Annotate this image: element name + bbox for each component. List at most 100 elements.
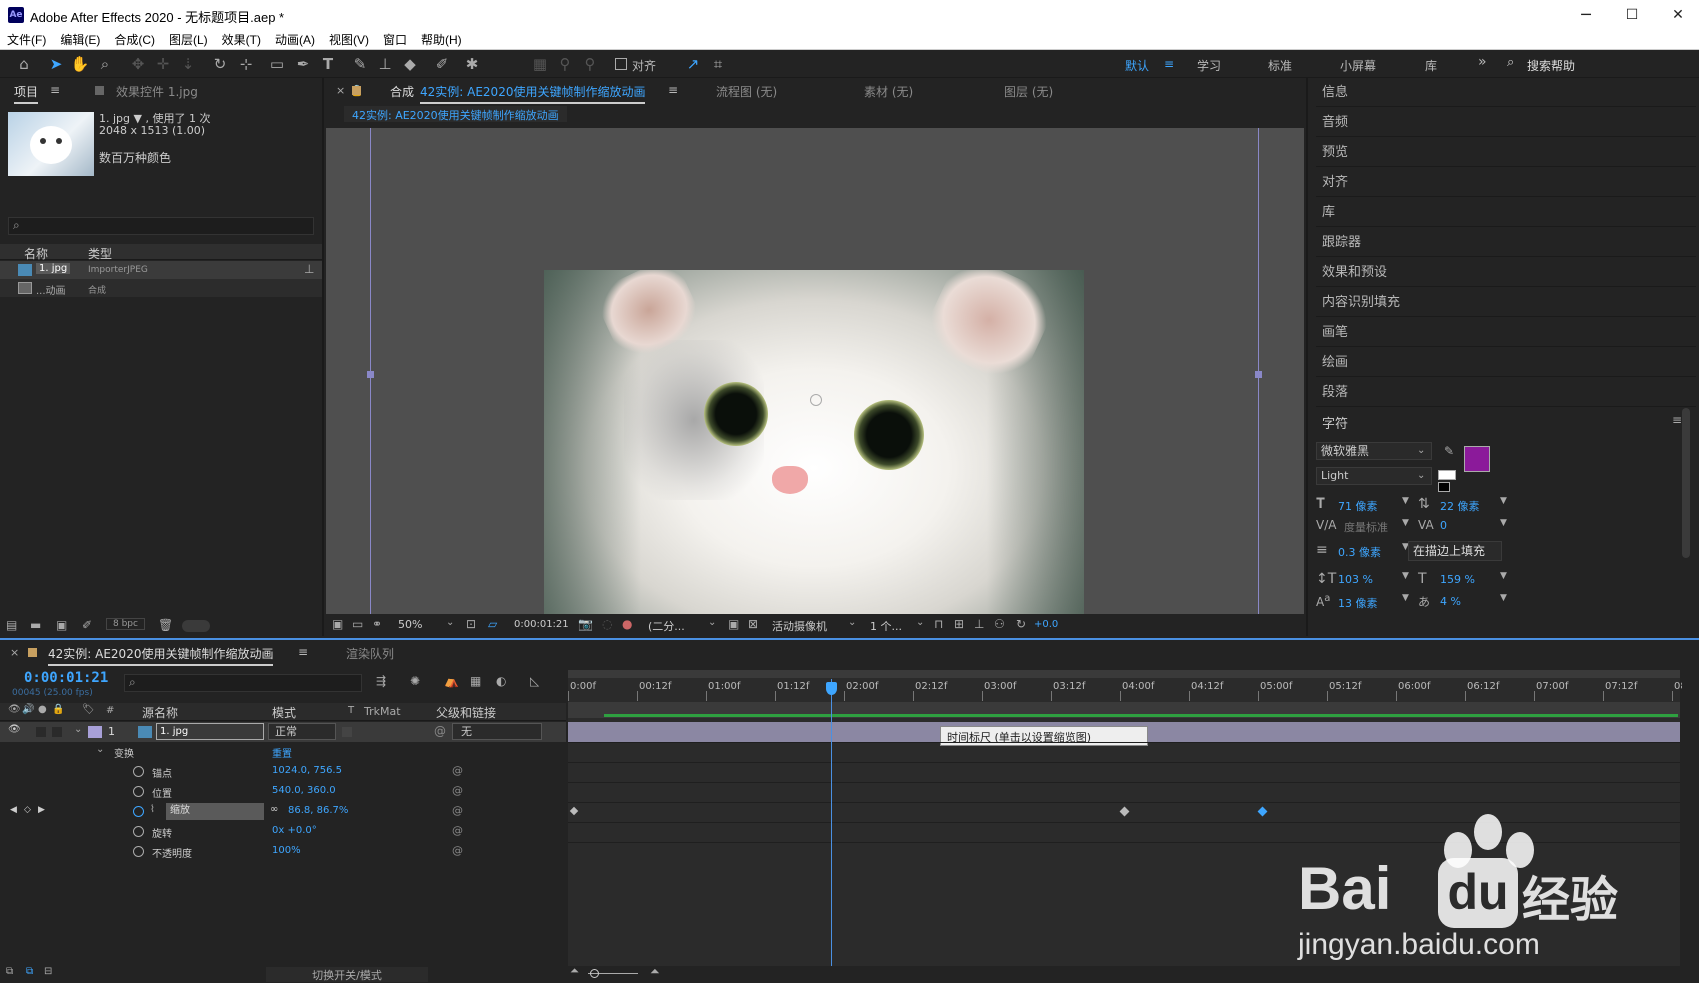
help-search-box[interactable]: ⌕ 搜索帮助 [1503,55,1693,73]
transform-group-row[interactable]: ⌄ 变换 重置 [0,742,566,762]
panel-menu-icon[interactable]: ≡ [298,645,308,659]
bpc-button[interactable]: 8 bpc [106,618,145,630]
panel-info[interactable]: 信息 [1316,78,1696,107]
panel-preview[interactable]: 预览 [1316,138,1696,167]
motion-blur-icon[interactable]: ◐ [496,674,506,688]
next-keyframe-icon[interactable]: ▶ [38,805,45,815]
brush-tool-icon[interactable]: ✎ [350,54,370,74]
panel-effects-presets[interactable]: 效果和预设 [1316,258,1696,287]
panel-align[interactable]: 对齐 [1316,168,1696,197]
align-checkbox[interactable] [615,58,627,70]
exposure-value[interactable]: +0.0 [1034,619,1058,630]
menu-edit[interactable]: 编辑(E) [53,30,107,50]
expression-pickwhip-icon[interactable]: @ [452,844,463,857]
zoom-select[interactable]: 50% [398,618,422,631]
flowchart-icon[interactable]: ⊥ [304,262,314,276]
zoom-out-icon[interactable]: ⏶ [570,964,579,978]
panel-menu-icon[interactable]: ≡ [1672,413,1682,427]
flowchart-icon[interactable]: ⚇ [994,617,1005,631]
expression-pickwhip-icon[interactable]: @ [452,824,463,837]
expression-pickwhip-icon[interactable]: @ [452,784,463,797]
chevron-down-icon[interactable]: ⌄ [708,617,716,628]
eye-icon[interactable]: 👁 [8,724,21,735]
orbit-tool-icon[interactable]: ✥ [128,54,148,74]
tab-layer[interactable]: 图层 (无) [1004,83,1053,100]
lock-icon[interactable]: 🔒 [52,704,64,715]
workspace-learn[interactable]: 学习 [1197,57,1221,74]
zoom-tool-icon[interactable]: ⌕ [95,54,115,74]
tab-composition[interactable]: 合成 [390,83,414,100]
workspace-standard[interactable]: 标准 [1268,57,1292,74]
expression-pickwhip-icon[interactable]: @ [452,804,463,817]
expand-duration-icon[interactable]: ⊟ [44,966,52,977]
roto-brush-tool-icon[interactable]: ✐ [432,54,452,74]
eraser-tool-icon[interactable]: ◆ [400,54,420,74]
expand-switches-icon[interactable]: ⧉ [6,966,13,977]
zoom-slider-thumb[interactable] [590,969,599,978]
col-name[interactable]: 名称 [24,245,48,262]
current-time-display[interactable]: 0:00:01:21 [24,670,108,686]
layer-mode-select[interactable]: 正常 [268,723,336,740]
chevron-down-icon[interactable]: ⌄ [916,617,924,628]
col-type[interactable]: 类型 [88,245,112,262]
anchor-tool-icon[interactable]: ⊹ [236,54,256,74]
fast-preview-icon[interactable]: ▣ [728,617,739,631]
timeline-search-input[interactable]: ⌕ [124,674,362,692]
tsume-value[interactable]: 4 % [1440,595,1461,608]
comp-flowchart-icon[interactable]: ⊞ [954,617,964,631]
keyframe[interactable] [569,806,579,816]
chevron-down-icon[interactable]: ⌄ [96,744,104,755]
show-snapshot-icon[interactable]: ◌ [602,617,612,631]
tab-flowchart[interactable]: 流程图 (无) [716,83,777,100]
font-style-select[interactable]: Light ⌄ [1316,467,1432,485]
clone-stamp-tool-icon[interactable]: ⊥ [375,54,395,74]
snap-grid-icon[interactable]: ⌗ [708,54,728,74]
channel-icon[interactable]: ● [622,617,632,631]
col-parent[interactable]: 父级和链接 [436,704,496,721]
graph-icon[interactable]: ⌇ [150,804,155,815]
chevron-down-icon[interactable]: ⌄ [848,617,856,628]
preserve-transparency-box[interactable] [342,727,352,737]
menu-effect[interactable]: 效果(T) [215,30,268,50]
camera-snapshot-icon[interactable]: 📷 [578,617,593,631]
trash-icon[interactable]: 🗑 [158,618,173,632]
new-folder-icon[interactable]: ▬ [30,618,41,632]
selection-tool-icon[interactable]: ➤ [46,54,66,74]
property-row[interactable]: 位置 540.0, 360.0 @ [0,782,566,802]
panel-tracker[interactable]: 跟踪器 [1316,228,1696,257]
always-preview-icon[interactable]: ▣ [332,617,343,631]
vertical-scale-value[interactable]: 103 % [1338,573,1373,586]
reset-exposure-icon[interactable]: ↻ [1016,617,1026,631]
tab-timeline-comp[interactable]: 42实例: AE2020使用关键帧制作缩放动画 [48,645,274,666]
views-select[interactable]: 1 个... [870,618,902,634]
panel-menu-icon[interactable]: ≡ [668,83,678,97]
pen-tool-icon[interactable]: ✒ [293,54,313,74]
tab-project[interactable]: 项目 [14,83,39,104]
maximize-button[interactable]: ☐ [1612,4,1652,26]
panel-audio[interactable]: 音频 [1316,108,1696,137]
snapping-icon[interactable]: ↗ [683,54,703,74]
close-tab-icon[interactable]: × [336,84,345,97]
layer-row[interactable]: 👁 ⌄ 1 1. jpg 正常 @ 无 [0,722,566,742]
workspace-menu-icon[interactable]: ≡ [1164,57,1174,71]
dolly-tool-icon[interactable]: ⇣ [178,54,198,74]
menu-layer[interactable]: 图层(L) [162,30,215,50]
menu-help[interactable]: 帮助(H) [414,30,469,50]
stopwatch-icon[interactable] [133,826,144,837]
property-value[interactable]: 100% [272,845,301,856]
timeline-tracks-area[interactable]: 0:00f 00:12f 01:00f 01:12f 02:00f 02:12f 03:00… [568,670,1696,968]
toggle-pixel-icon[interactable]: ⊓ [934,617,943,631]
add-keyframe-icon[interactable]: ◇ [24,805,31,815]
transform-reset-link[interactable]: 重置 [272,745,292,760]
hand-tool-icon[interactable]: ✋ [70,54,90,74]
panel-content-aware-fill[interactable]: 内容识别填充 [1316,288,1696,317]
property-value[interactable]: 0x +0.0° [272,825,317,836]
chevron-down-icon[interactable]: ⌄ [446,617,454,628]
col-mode[interactable]: 模式 [272,704,296,721]
close-button[interactable]: ✕ [1658,4,1698,26]
stroke-width-value[interactable]: 0.3 像素 [1338,544,1381,560]
property-row[interactable]: 不透明度 100% @ [0,842,566,862]
property-row-scale[interactable]: ◀ ◇ ▶ ⌇ 缩放 ∞ 86.8, 86.7% @ [0,802,566,822]
frame-blending-icon[interactable]: ▦ [470,674,481,688]
panel-libraries[interactable]: 库 [1316,198,1696,227]
